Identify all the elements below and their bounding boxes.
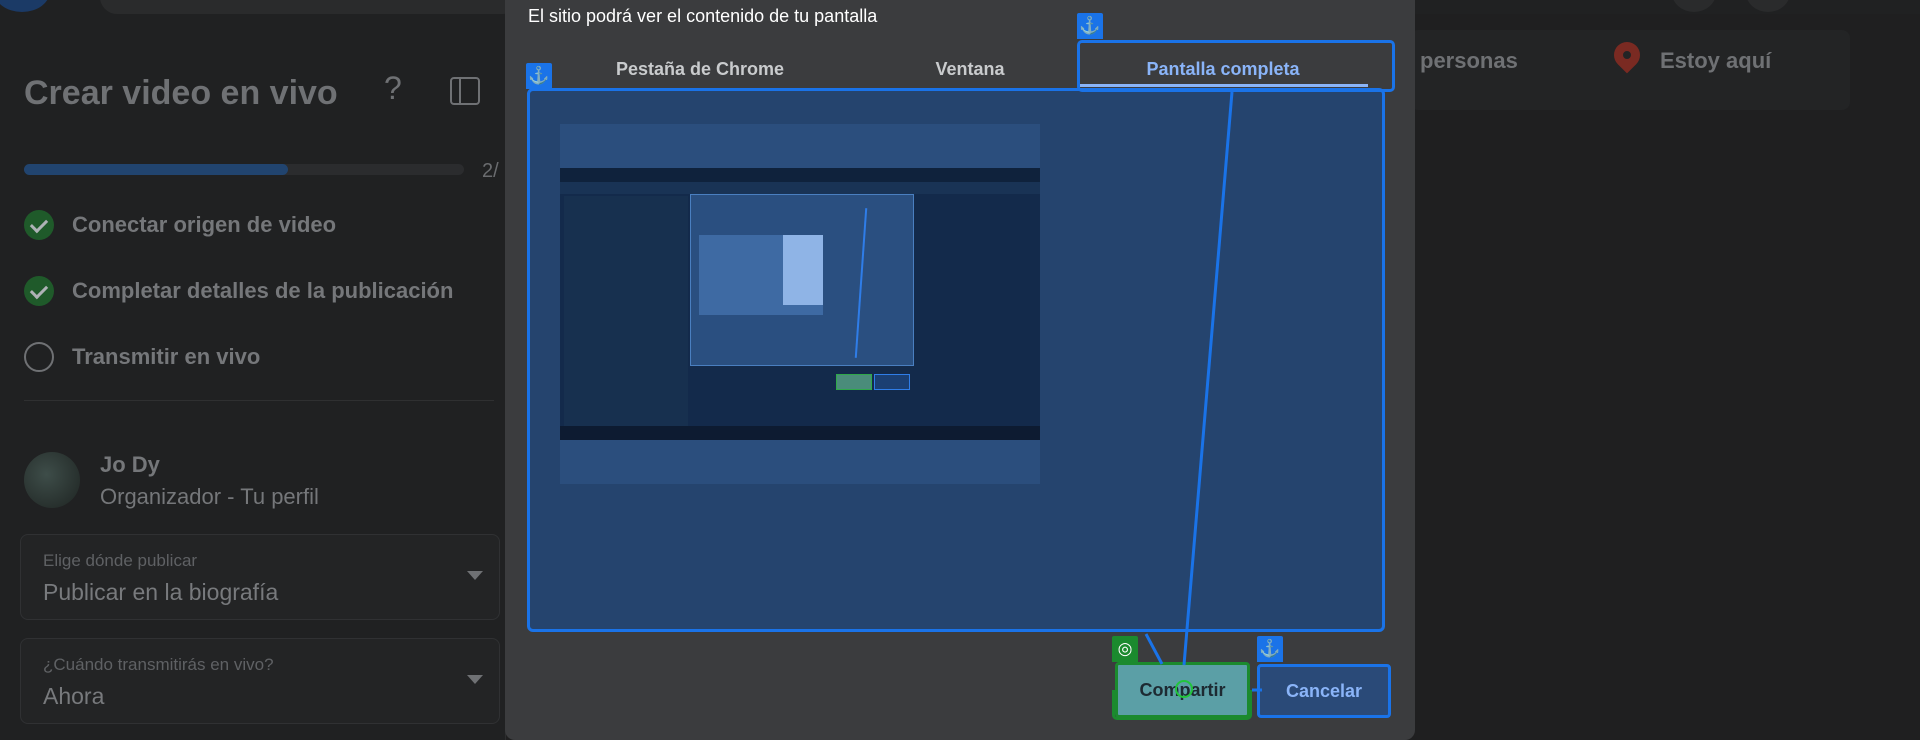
connector-line xyxy=(1144,633,1164,665)
annotation-lines xyxy=(1144,91,1262,692)
connector-line xyxy=(1182,91,1234,666)
